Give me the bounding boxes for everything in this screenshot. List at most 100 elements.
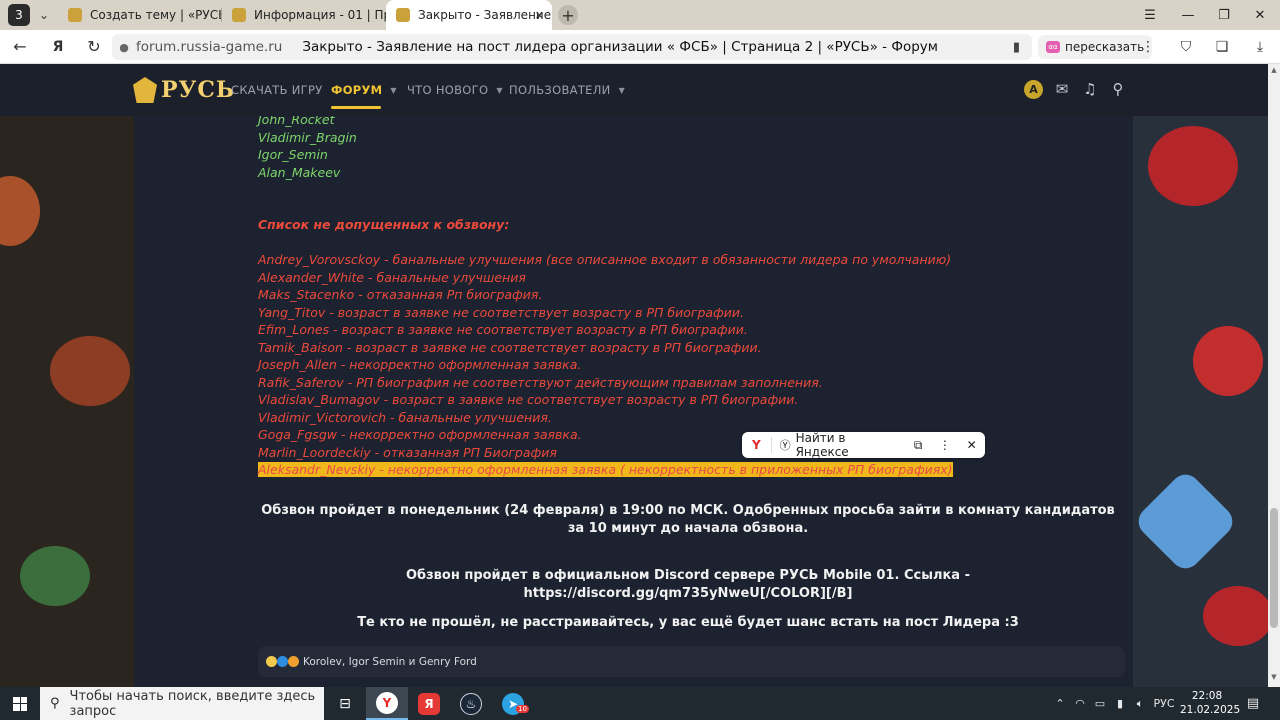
yandex-app-taskbar-button[interactable]: Я <box>408 687 450 720</box>
nav-label: ЧТО НОВОГО <box>407 83 489 97</box>
nav-download-game[interactable]: СКАЧАТЬ ИГРУ <box>231 64 323 116</box>
scrollbar-thumb[interactable] <box>1270 508 1278 628</box>
volume-icon[interactable]: 🔈︎ <box>1130 687 1150 720</box>
approved-name: Igor_Semin <box>258 147 328 162</box>
nav-users[interactable]: ПОЛЬЗОВАТЕЛИ ▼ <box>509 64 625 116</box>
close-tab-icon[interactable]: ✕ <box>535 9 544 22</box>
yandex-browser-icon: Y <box>376 691 398 714</box>
yandex-browser-taskbar-button[interactable]: Y <box>366 687 408 720</box>
find-in-yandex-button[interactable]: Ⓨ Найти в Яндексе <box>772 431 905 459</box>
rejected-entry: Joseph_Allen - некорректно оформленная з… <box>258 357 582 372</box>
logo-text: РУСЬ <box>161 77 236 103</box>
yandex-icon[interactable]: Я <box>40 30 76 64</box>
more-vertical-icon[interactable]: ⋮ <box>932 438 959 452</box>
retell-badge-icon: αα <box>1046 41 1060 53</box>
browser-tab[interactable]: Создать тему | «РУСЬ» - С <box>58 0 222 30</box>
minimize-button[interactable]: — <box>1170 0 1206 30</box>
search-icon[interactable]: ⚲ <box>1107 78 1129 100</box>
close-window-button[interactable]: ✕ <box>1242 0 1278 30</box>
tab-title: Закрыто - Заявление н <box>418 8 552 22</box>
rejected-entry: Tamik_Baison - возраст в заявке не соотв… <box>258 340 762 355</box>
notifications-icon[interactable]: ▤ <box>1242 687 1264 720</box>
bell-icon[interactable]: ♫ <box>1079 78 1101 100</box>
site-header: РУСЬ СКАЧАТЬ ИГРУ ФОРУМ ▼ ЧТО НОВОГО ▼ П… <box>0 64 1268 116</box>
rejected-entry: Efim_Lones - возраст в заявке не соответ… <box>258 322 748 337</box>
scroll-down-icon[interactable]: ▼ <box>1268 673 1280 685</box>
rejected-heading: Список не допущенных к обзвону: <box>258 217 510 232</box>
yandex-logo-icon[interactable]: Y <box>742 438 771 452</box>
restore-button[interactable]: ❐ <box>1206 0 1242 30</box>
more-vertical-icon[interactable]: ⋮ <box>1132 30 1164 64</box>
copy-icon[interactable]: ⧉ <box>905 438 932 453</box>
clock-time: 22:08 <box>1191 690 1223 702</box>
helmet-logo-icon <box>133 77 157 103</box>
scroll-up-icon[interactable]: ▲ <box>1268 66 1280 78</box>
shield-icon[interactable]: ⛉ <box>1170 30 1202 64</box>
chevron-up-icon[interactable]: ⌃ <box>1050 687 1070 720</box>
steam-icon: ♨ <box>460 692 482 715</box>
post-content: John_Rocket Vladimir_Bragin Igor_Semin A… <box>134 116 1133 687</box>
caret-down-icon[interactable]: ▼ <box>390 86 396 95</box>
nav-label: СКАЧАТЬ ИГРУ <box>231 83 323 97</box>
taskbar-clock[interactable]: 22:08 21.02.2025 <box>1180 689 1241 717</box>
caret-down-icon[interactable]: ▼ <box>619 86 625 95</box>
new-tab-button[interactable]: + <box>558 5 578 25</box>
rejected-entry: Maks_Stacenko - отказанная Рп биография. <box>258 287 543 302</box>
user-avatar[interactable]: A <box>1024 80 1043 99</box>
rejected-entry-selected[interactable]: Aleksandr_Nevskiy - некорректно оформлен… <box>258 462 953 477</box>
rejected-entry: Rafik_Saferov - РП биография не соответс… <box>258 375 823 390</box>
reactions-users[interactable]: Korolev, Igor Semin и Genry Ford <box>303 656 477 668</box>
laugh-emoji-icon <box>266 656 277 667</box>
snowflake-decoration <box>1132 468 1239 575</box>
download-icon[interactable]: ⤓ <box>1244 30 1276 64</box>
tab-counter[interactable]: 3 <box>8 4 30 26</box>
wifi-icon[interactable]: ◠ <box>1070 687 1090 720</box>
festive-background-left <box>0 116 134 687</box>
battery-icon[interactable]: ▮ <box>1110 687 1130 720</box>
approved-name: Alan_Makeev <box>258 165 341 180</box>
task-view-icon[interactable]: ⊟ <box>324 687 366 720</box>
back-arrow-icon[interactable]: ← <box>2 30 38 64</box>
telegram-taskbar-button[interactable]: ➤ 10 <box>492 687 534 720</box>
tab-title: Информация - 01 | Прави <box>254 8 386 22</box>
caret-down-icon[interactable]: ▼ <box>496 86 502 95</box>
browser-menu-icon[interactable]: ☰ <box>1132 0 1168 30</box>
network-icon[interactable]: ▭ <box>1090 687 1110 720</box>
close-icon[interactable]: ✕ <box>958 438 985 452</box>
mail-icon[interactable]: ✉ <box>1051 78 1073 100</box>
search-placeholder: Чтобы начать поиск, введите здесь запрос <box>69 688 316 719</box>
yandex-app-icon: Я <box>418 692 440 715</box>
site-favicon-icon <box>68 8 82 22</box>
clock-date: 21.02.2025 <box>1180 704 1241 716</box>
site-favicon-icon <box>232 8 246 22</box>
nav-whats-new[interactable]: ЧТО НОВОГО ▼ <box>407 64 503 116</box>
browser-tab[interactable]: Информация - 01 | Прави <box>222 0 386 30</box>
bookmark-icon[interactable]: ▮ <box>1013 40 1020 55</box>
site-info-icon[interactable]: ● <box>112 41 136 54</box>
gingerbread-decoration <box>0 176 40 246</box>
collections-icon[interactable]: ❏ <box>1206 30 1238 64</box>
reactions-bar[interactable]: Korolev, Igor Semin и Genry Ford <box>258 646 1125 677</box>
approved-name: Vladimir_Bragin <box>258 130 357 145</box>
reindeer-decoration <box>50 336 130 406</box>
telegram-badge: 10 <box>516 705 529 713</box>
start-button[interactable] <box>0 687 40 720</box>
page-scrollbar[interactable]: ▲ ▼ <box>1268 64 1280 687</box>
reload-icon[interactable]: ↻ <box>76 30 112 64</box>
chevron-down-icon[interactable]: ⌄ <box>34 8 54 22</box>
approved-name: John_Rocket <box>258 116 335 127</box>
taskbar-search[interactable]: ⚲ Чтобы начать поиск, введите здесь запр… <box>40 687 324 720</box>
active-nav-indicator <box>331 106 381 109</box>
browser-tab-active[interactable]: Закрыто - Заявление н ✕ <box>386 0 552 30</box>
steam-taskbar-button[interactable]: ♨ <box>450 687 492 720</box>
candy-cane-decoration <box>1193 326 1263 396</box>
like-emoji-icon <box>277 656 288 667</box>
yandex-selection-popup: Y Ⓨ Найти в Яндексе ⧉ ⋮ ✕ <box>742 431 985 459</box>
rejected-entry: Yang_Titov - возраст в заявке не соответ… <box>258 305 744 320</box>
site-logo[interactable]: РУСЬ <box>133 76 235 104</box>
search-icon: ⚲ <box>50 696 60 711</box>
address-field[interactable]: ● forum.russia-game.ru Закрыто - Заявлен… <box>112 34 1032 60</box>
stocking-decoration <box>1203 586 1268 646</box>
call-schedule-paragraph: Обзвон пройдет в понедельник (24 февраля… <box>261 503 1115 536</box>
language-indicator[interactable]: РУС <box>1150 687 1178 720</box>
